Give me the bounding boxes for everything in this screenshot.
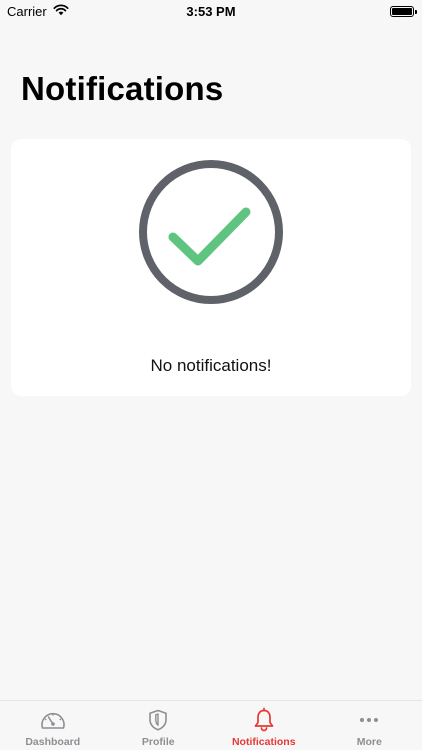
checkmark-circle-icon: [139, 160, 283, 304]
tab-more-label: More: [356, 736, 382, 748]
page-title: Notifications: [21, 70, 224, 107]
empty-state-message: No notifications!: [150, 356, 272, 375]
tab-profile-label: Profile: [141, 736, 175, 748]
speedometer-icon: [39, 707, 67, 733]
tab-dashboard-label: Dashboard: [25, 736, 81, 748]
tab-more[interactable]: More: [317, 701, 422, 750]
tab-profile[interactable]: Profile: [106, 701, 212, 750]
empty-state-card: No notifications!: [11, 139, 411, 396]
tab-notifications-label: Notifications: [231, 736, 296, 748]
battery-level: [392, 8, 412, 15]
check-ring: [139, 160, 283, 304]
bell-icon: [250, 707, 278, 733]
shield-icon: [144, 707, 172, 733]
notifications-screen: Carrier 3:53 PM Notifications No notific…: [0, 0, 422, 750]
tab-bar: Dashboard Profile Notifications More: [0, 700, 422, 750]
tab-notifications[interactable]: Notifications: [211, 701, 317, 750]
status-time: 3:53 PM: [186, 4, 236, 19]
ellipsis-icon: [355, 707, 383, 733]
check-mark: [168, 207, 251, 266]
battery-icon: [390, 6, 417, 17]
tab-dashboard[interactable]: Dashboard: [0, 701, 106, 750]
status-bar: Carrier 3:53 PM: [0, 0, 422, 24]
